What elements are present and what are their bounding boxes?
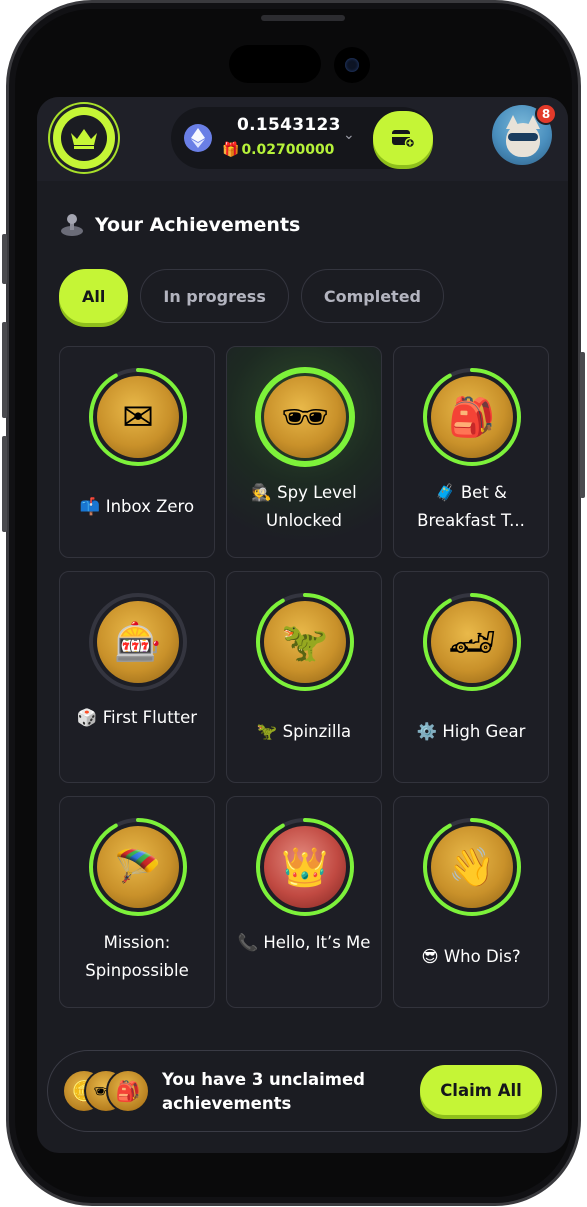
progress-ring: 👑 [255,817,355,917]
front-camera [334,47,370,83]
wallet-button[interactable] [373,111,433,165]
achievement-card[interactable]: ✉ 📫 Inbox Zero [59,346,215,558]
progress-ring: 🎒 [422,367,522,467]
achievement-title: 📞 Hello, It’s Me [237,933,371,952]
achievement-card[interactable]: 👑 📞 Hello, It’s Me [226,796,382,1008]
achievements-heading: Your Achievements [59,213,300,237]
page-title: Your Achievements [95,214,301,236]
app-screen: 0.1543123 🎁 0.02700000 ⌄ 8 Your Achievem… [37,97,568,1153]
unclaimed-medals: 🪙 🕶 🎒 [62,1069,152,1115]
chevron-down-icon[interactable]: ⌄ [343,127,355,143]
achievement-card[interactable]: 🏎 ⚙️ High Gear [393,571,549,783]
achievement-card[interactable]: 🪂 Mission: Spinpossible [59,796,215,1008]
bonus-balance: 🎁 0.02700000 [222,142,334,158]
waving-coin-icon: 👋 [431,826,513,908]
achievement-title: 🕵️ Spy Level Unlocked [251,483,357,530]
achievement-card[interactable]: 🎰 🎲 First Flutter [59,571,215,783]
volume-down-button [2,436,7,532]
vip-crown-button[interactable] [53,107,115,169]
achievement-title: 📫 Inbox Zero [79,497,195,516]
bonus-amount: 0.02700000 [241,142,335,158]
achievement-title: 😎 Who Dis? [421,947,521,966]
top-bar: 0.1543123 🎁 0.02700000 ⌄ 8 [37,97,568,181]
progress-ring: 🏎 [422,592,522,692]
notification-badge: 8 [535,103,557,125]
achievement-title: ⚙️ High Gear [416,722,526,741]
achievement-card[interactable]: 👋 😎 Who Dis? [393,796,549,1008]
achievement-card[interactable]: 🦖 🦖 Spinzilla [226,571,382,783]
dinosaur-coin-icon: 🦖 [264,601,346,683]
slot-coin-icon: 🎰 [97,601,179,683]
race-car-coin-icon: 🏎 [431,601,513,683]
tab-in-progress[interactable]: In progress [140,269,289,323]
filter-tabs: All In progress Completed [59,269,445,323]
unclaimed-message: You have 3 unclaimed achievements [162,1070,365,1113]
progress-ring: 🕶 [255,367,355,467]
progress-ring: 🎰 [88,592,188,692]
tab-completed[interactable]: Completed [300,269,445,323]
joystick-icon [61,214,83,236]
envelope-coin-icon: ✉ [97,376,179,458]
volume-up-button [2,322,7,418]
traveler-coin-icon: 🎒 [431,376,513,458]
claim-all-button[interactable]: Claim All [420,1065,542,1115]
achievement-card[interactable]: 🕶 🕵️ Spy Level Unlocked [226,346,382,558]
achievement-title: 🦖 Spinzilla [256,722,352,741]
dynamic-island [229,45,321,83]
balance-amount: 0.1543123 [237,115,341,135]
power-button [580,352,585,498]
achievement-title: 🧳 Bet & Breakfast T... [417,483,525,530]
unclaimed-banner: 🪙 🕶 🎒 You have 3 unclaimed achievements … [47,1050,557,1132]
crown-pillow-icon: 👑 [264,826,346,908]
gift-icon: 🎁 [222,142,240,158]
balance-selector[interactable]: 0.1543123 🎁 0.02700000 ⌄ [171,107,433,169]
crown-icon [71,129,97,149]
progress-ring: 🪂 [88,817,188,917]
mini-medal-icon: 🎒 [106,1069,150,1113]
ethereum-icon [184,124,212,152]
action-button [2,234,7,284]
parachute-coin-icon: 🪂 [97,826,179,908]
progress-ring: 👋 [422,817,522,917]
wallet-icon [392,130,415,148]
speaker-grille [261,15,345,21]
spy-agent-icon: 🕶 [264,376,346,458]
progress-ring: 🦖 [255,592,355,692]
achievement-title: Mission: Spinpossible [85,933,189,980]
tab-all[interactable]: All [59,269,129,323]
achievement-card[interactable]: 🎒 🧳 Bet & Breakfast T... [393,346,549,558]
achievements-grid: ✉ 📫 Inbox Zero 🕶 🕵️ Spy Level Unlocked 🎒 [59,346,549,1008]
phone-frame: 0.1543123 🎁 0.02700000 ⌄ 8 Your Achievem… [6,0,581,1206]
achievement-title: 🎲 First Flutter [76,708,198,727]
progress-ring: ✉ [88,367,188,467]
